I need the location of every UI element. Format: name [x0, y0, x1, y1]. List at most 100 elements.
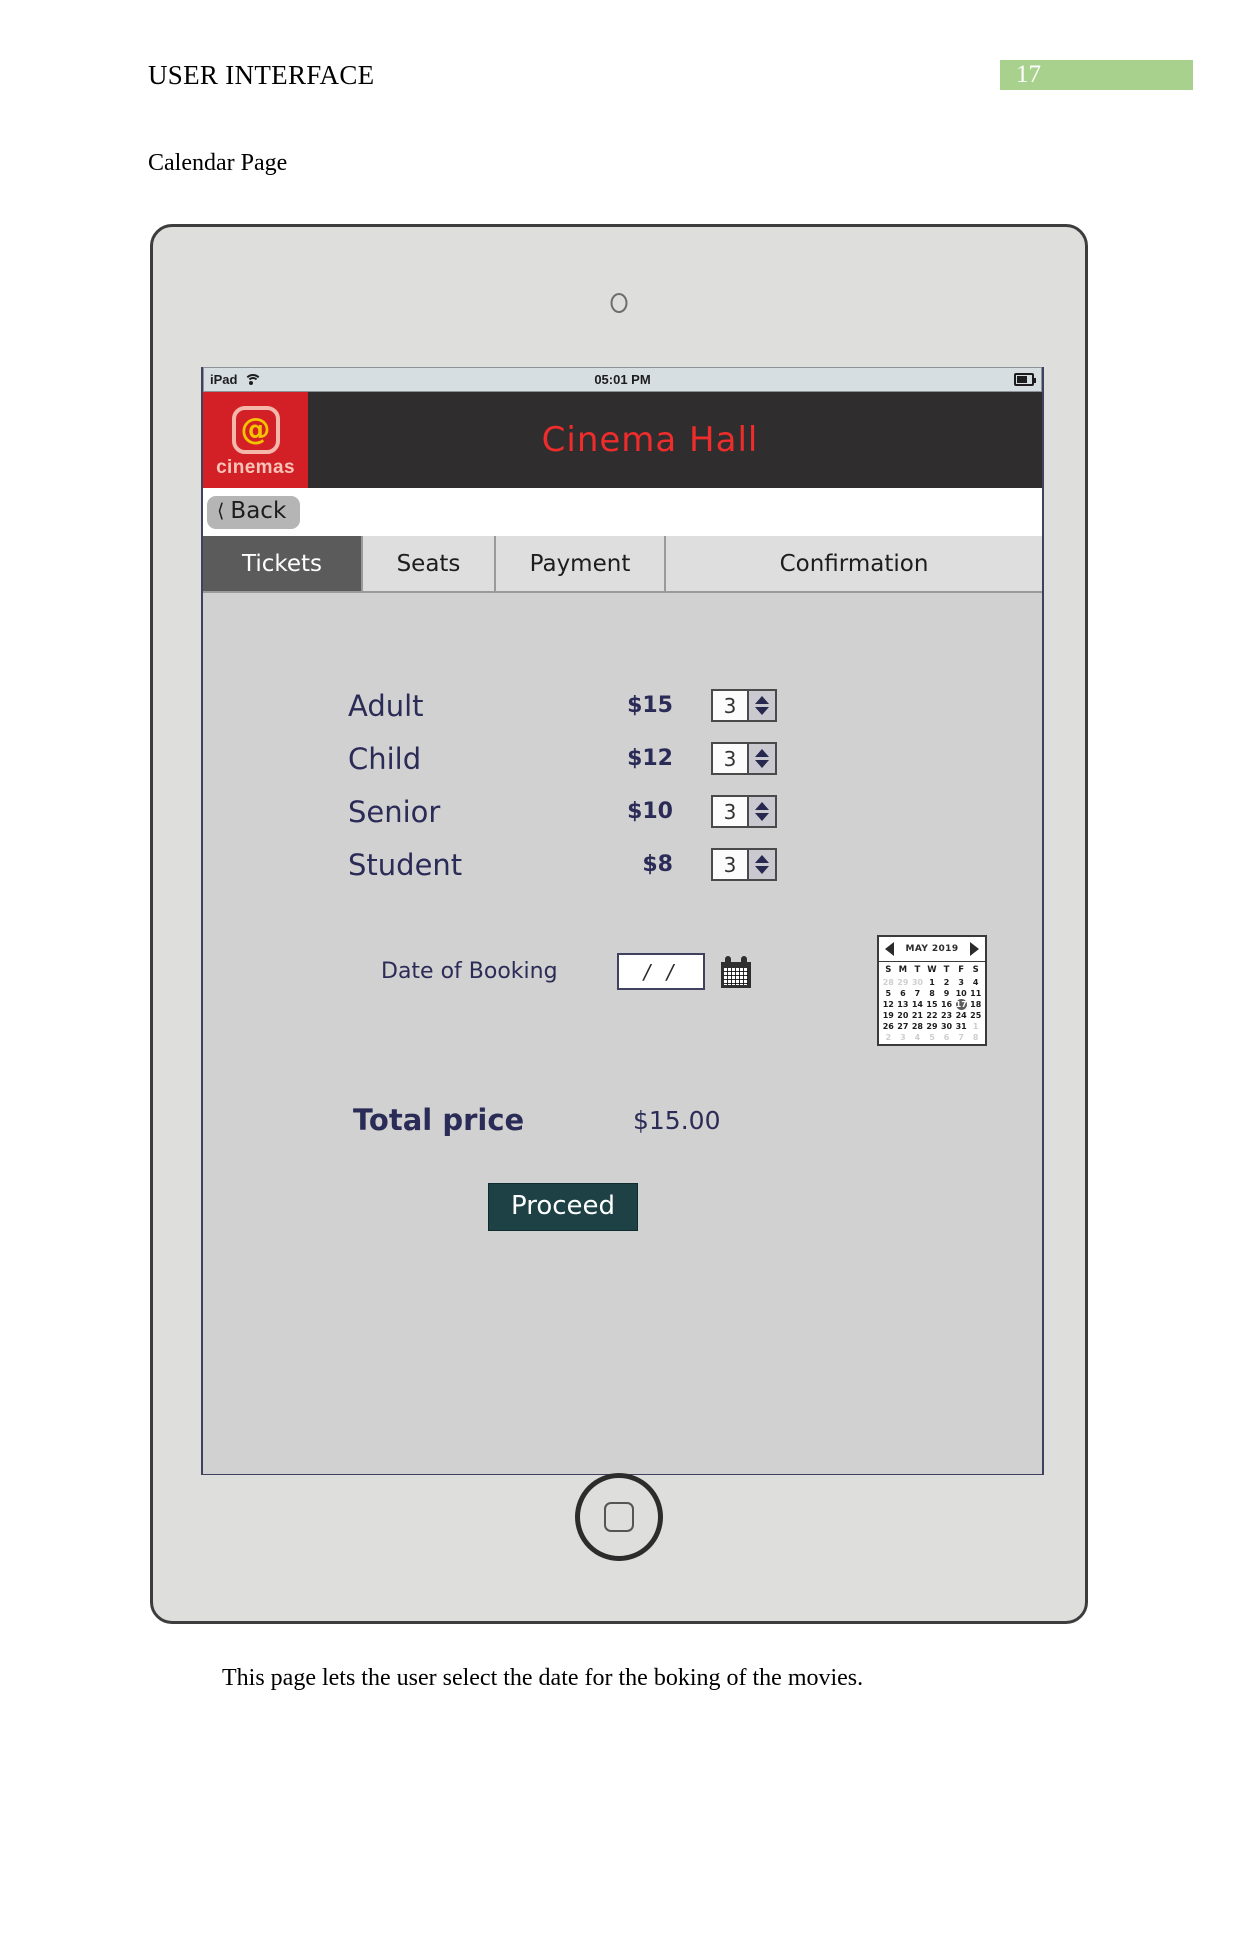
arrow-up-icon[interactable] — [755, 855, 769, 863]
calendar-day[interactable]: 31 — [954, 1021, 969, 1032]
calendar-day[interactable]: 28 — [881, 977, 896, 988]
ticket-type-label: Adult — [348, 688, 424, 723]
back-button[interactable]: ⟨ Back — [207, 495, 301, 529]
ticket-price-label: $15 — [627, 693, 673, 718]
calendar-day[interactable]: 12 — [881, 999, 896, 1010]
camera-icon — [610, 293, 628, 313]
calendar-day-selected[interactable]: 17 — [955, 999, 967, 1010]
calendar-day[interactable]: 2 — [881, 1032, 896, 1043]
calendar-day[interactable]: 13 — [896, 999, 911, 1010]
tab-bar: Tickets Seats Payment Confirmation — [203, 536, 1042, 593]
arrow-up-icon[interactable] — [755, 696, 769, 704]
calendar-day[interactable]: 28 — [910, 1021, 925, 1032]
date-input[interactable]: / / — [617, 953, 705, 990]
quantity-value[interactable]: 3 — [713, 744, 747, 773]
app-logo[interactable]: @ cinemas — [203, 392, 308, 488]
quantity-value[interactable]: 3 — [713, 691, 747, 720]
tab-tickets[interactable]: Tickets — [203, 536, 363, 591]
calendar-day[interactable]: 29 — [896, 977, 911, 988]
calendar-day[interactable]: 16 — [939, 999, 954, 1010]
calendar-day[interactable]: 20 — [896, 1010, 911, 1021]
home-button[interactable] — [575, 1473, 663, 1561]
quantity-stepper-student[interactable]: 3 — [711, 848, 777, 881]
calendar-day[interactable]: 25 — [968, 1010, 983, 1021]
calendar-day-header: S — [972, 965, 979, 975]
calendar-day[interactable]: 8 — [925, 988, 940, 999]
tab-confirmation[interactable]: Confirmation — [666, 536, 1042, 591]
ticket-type-label: Student — [348, 847, 463, 882]
calendar-day-header: F — [958, 965, 965, 975]
table-row: Senior $10 3 — [348, 785, 813, 838]
calendar-day[interactable]: 8 — [968, 1032, 983, 1043]
quantity-stepper-child[interactable]: 3 — [711, 742, 777, 775]
total-price-row: Total price $15.00 — [353, 1103, 833, 1137]
tab-payment[interactable]: Payment — [496, 536, 666, 591]
stepper-arrows[interactable] — [747, 797, 775, 826]
calendar-day[interactable]: 23 — [939, 1010, 954, 1021]
calendar-day[interactable]: 5 — [925, 1032, 940, 1043]
calendar-day[interactable]: 27 — [896, 1021, 911, 1032]
home-square-icon — [604, 1502, 634, 1532]
calendar-header: MAY 2019 — [879, 937, 985, 962]
calendar-day[interactable]: 1 — [968, 1021, 983, 1032]
calendar-day[interactable]: 7 — [910, 988, 925, 999]
date-of-booking-row: Date of Booking / / MAY 2019 S M T W T F S 28 29… — [381, 935, 987, 1046]
calendar-day[interactable]: 10 — [954, 988, 969, 999]
calendar-day[interactable]: 4 — [910, 1032, 925, 1043]
stepper-arrows[interactable] — [747, 691, 775, 720]
status-bar: iPad 05:01 PM — [203, 367, 1042, 392]
table-row: Adult $15 3 — [348, 679, 813, 732]
arrow-down-icon[interactable] — [755, 813, 769, 821]
calendar-day[interactable]: 1 — [925, 977, 940, 988]
calendar-day[interactable]: 14 — [910, 999, 925, 1010]
proceed-button[interactable]: Proceed — [488, 1183, 639, 1231]
tablet-frame: iPad 05:01 PM @ cinemas Cinema Hall ⟨ Ba… — [150, 224, 1088, 1624]
device-screen: iPad 05:01 PM @ cinemas Cinema Hall ⟨ Ba… — [201, 367, 1044, 1475]
calendar-day[interactable]: 30 — [910, 977, 925, 988]
calendar-day[interactable]: 18 — [968, 999, 983, 1010]
arrow-down-icon[interactable] — [755, 866, 769, 874]
calendar-day[interactable]: 5 — [881, 988, 896, 999]
arrow-left-icon[interactable] — [885, 942, 894, 956]
date-of-booking-label: Date of Booking — [381, 959, 558, 984]
stepper-arrows[interactable] — [747, 744, 775, 773]
page-number-badge: 17 — [1000, 60, 1193, 90]
calendar-month-label: MAY 2019 — [905, 944, 959, 954]
calendar-day[interactable]: 6 — [896, 988, 911, 999]
calendar-popup[interactable]: MAY 2019 S M T W T F S 28 29 30 1 2 3 4 5 6 7 8 9 10 11 12 13 1… — [877, 935, 987, 1046]
stepper-arrows[interactable] — [747, 850, 775, 879]
battery-icon — [1014, 373, 1036, 386]
quantity-value[interactable]: 3 — [713, 797, 747, 826]
calendar-day[interactable]: 4 — [968, 977, 983, 988]
ticket-price-label: $10 — [627, 799, 673, 824]
calendar-day[interactable]: 29 — [925, 1021, 940, 1032]
arrow-up-icon[interactable] — [755, 749, 769, 757]
calendar-day[interactable]: 26 — [881, 1021, 896, 1032]
calendar-day[interactable]: 11 — [968, 988, 983, 999]
calendar-day[interactable]: 22 — [925, 1010, 940, 1021]
ticket-price-label: $8 — [642, 852, 673, 877]
calendar-day[interactable]: 3 — [896, 1032, 911, 1043]
calendar-day[interactable]: 30 — [939, 1021, 954, 1032]
arrow-right-icon[interactable] — [970, 942, 979, 956]
arrow-down-icon[interactable] — [755, 707, 769, 715]
calendar-day-header: S — [885, 965, 892, 975]
arrow-down-icon[interactable] — [755, 760, 769, 768]
calendar-day[interactable]: 2 — [939, 977, 954, 988]
calendar-day-header: M — [898, 965, 908, 975]
tab-seats[interactable]: Seats — [363, 536, 496, 591]
arrow-up-icon[interactable] — [755, 802, 769, 810]
calendar-day[interactable]: 6 — [939, 1032, 954, 1043]
calendar-icon[interactable] — [721, 955, 751, 988]
quantity-value[interactable]: 3 — [713, 850, 747, 879]
quantity-stepper-senior[interactable]: 3 — [711, 795, 777, 828]
calendar-day[interactable]: 21 — [910, 1010, 925, 1021]
calendar-day[interactable]: 15 — [925, 999, 940, 1010]
calendar-day[interactable]: 19 — [881, 1010, 896, 1021]
calendar-day[interactable]: 7 — [954, 1032, 969, 1043]
quantity-stepper-adult[interactable]: 3 — [711, 689, 777, 722]
ticket-price-label: $12 — [627, 746, 673, 771]
calendar-day[interactable]: 24 — [954, 1010, 969, 1021]
calendar-day[interactable]: 3 — [954, 977, 969, 988]
calendar-day[interactable]: 9 — [939, 988, 954, 999]
